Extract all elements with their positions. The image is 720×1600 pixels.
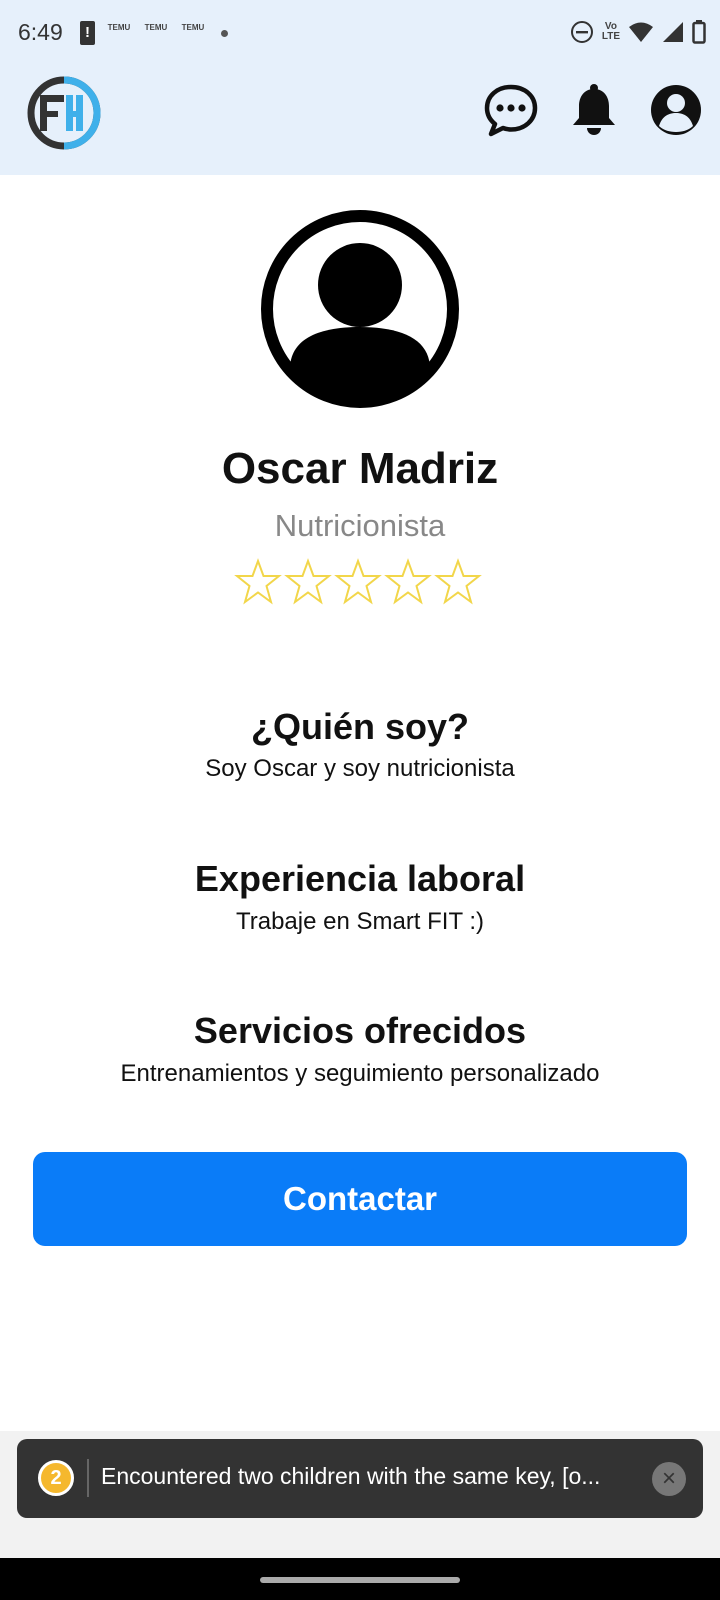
profile-avatar-icon — [261, 210, 459, 408]
toast-message[interactable]: Encountered two children with the same k… — [101, 1463, 646, 1490]
cell-signal-icon — [663, 22, 683, 42]
star-icon[interactable] — [434, 558, 482, 606]
bell-icon[interactable] — [566, 82, 622, 138]
error-count-badge: 2 — [38, 1460, 74, 1496]
close-icon[interactable]: × — [652, 1462, 686, 1496]
battery-icon — [692, 20, 706, 44]
about-text: Soy Oscar y soy nutricionista — [205, 755, 515, 782]
error-toast[interactable]: 2 Encountered two children with the same… — [17, 1439, 703, 1518]
user-circle-icon[interactable] — [648, 82, 704, 138]
rating-stars[interactable] — [234, 558, 482, 606]
battery-alert-icon: ! — [80, 21, 95, 45]
star-icon[interactable] — [334, 558, 382, 606]
app-header — [0, 66, 720, 175]
home-gesture-handle[interactable] — [260, 1577, 460, 1583]
notification-icons: ! TEMU TEMU TEMU — [80, 21, 228, 45]
profile-role: Nutricionista — [274, 508, 446, 543]
profile-name: Oscar Madriz — [221, 444, 499, 493]
fh-logo-icon[interactable] — [26, 75, 102, 151]
volte-icon: Vo LTE — [601, 21, 620, 42]
services-text: Entrenamientos y seguimiento personaliza… — [120, 1060, 600, 1087]
experience-text: Trabaje en Smart FIT :) — [235, 908, 485, 935]
services-title: Servicios ofrecidos — [193, 1010, 527, 1051]
more-notifications-dot-icon — [221, 29, 228, 37]
system-icons: Vo LTE — [570, 20, 706, 44]
star-icon[interactable] — [384, 558, 432, 606]
star-icon[interactable] — [234, 558, 282, 606]
about-title: ¿Quién soy? — [250, 706, 470, 747]
system-nav-bar — [0, 1558, 720, 1600]
star-icon[interactable] — [284, 558, 332, 606]
wifi-icon — [629, 22, 653, 42]
temu-notification-icon: TEMU — [107, 23, 131, 32]
temu-notification-icon: TEMU — [144, 23, 168, 32]
experience-title: Experiencia laboral — [194, 858, 526, 899]
status-time: 6:49 — [18, 19, 63, 45]
toast-divider — [87, 1459, 89, 1497]
contact-button[interactable]: Contactar — [33, 1152, 687, 1246]
chat-bubble-icon[interactable] — [483, 82, 539, 138]
status-bar: 6:49 ! TEMU TEMU TEMU Vo LTE — [0, 0, 720, 66]
do-not-disturb-icon — [570, 21, 593, 43]
temu-notification-icon: TEMU — [181, 23, 205, 32]
